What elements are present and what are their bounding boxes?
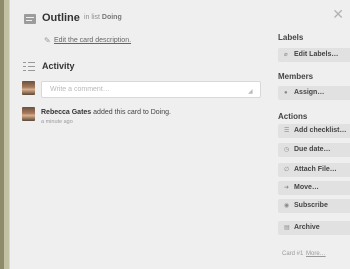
list-prefix: in list: [84, 14, 100, 21]
archive-label: Archive: [294, 224, 320, 231]
person-icon: ●: [284, 90, 288, 96]
assign-button[interactable]: ● Assign…: [278, 86, 350, 100]
add-checklist-button[interactable]: ☰ Add checklist…: [278, 124, 350, 138]
move-arrow-icon: ➜: [284, 185, 290, 191]
resize-handle-icon[interactable]: ◢: [248, 88, 253, 95]
assign-label: Assign…: [294, 89, 325, 96]
pencil-icon: ✎: [44, 36, 51, 45]
close-icon[interactable]: ✕: [332, 7, 344, 21]
activity-timestamp[interactable]: a minute ago: [41, 119, 73, 125]
board-edge: [0, 0, 4, 269]
card-detail-window: ✕ Outline in list Doing ✎ Edit the card …: [9, 0, 350, 269]
avatar: [22, 107, 35, 121]
list-name-link[interactable]: Doing: [102, 14, 122, 21]
more-link[interactable]: More…: [306, 251, 326, 257]
activity-list-icon: [23, 61, 35, 71]
subscribe-label: Subscribe: [294, 202, 328, 209]
actions-heading: Actions: [278, 112, 308, 121]
subscribe-button[interactable]: ◉ Subscribe: [278, 199, 350, 213]
due-date-label: Due date…: [294, 146, 331, 153]
attach-file-label: Attach File…: [294, 166, 337, 173]
paperclip-icon: ∅: [284, 167, 290, 173]
edit-description-link[interactable]: Edit the card description.: [54, 37, 131, 44]
due-date-button[interactable]: ◷ Due date…: [278, 143, 350, 157]
activity-heading: Activity: [42, 61, 75, 71]
activity-user-link[interactable]: Rebecca Gates: [41, 109, 91, 116]
attach-file-button[interactable]: ∅ Attach File…: [278, 163, 350, 177]
clock-icon: ◷: [284, 147, 290, 153]
move-label: Move…: [294, 184, 319, 191]
card-title[interactable]: Outline: [42, 12, 80, 24]
add-checklist-label: Add checklist…: [294, 127, 347, 134]
archive-box-icon: ▤: [284, 225, 290, 231]
move-button[interactable]: ➜ Move…: [278, 181, 350, 195]
eye-icon: ◉: [284, 203, 290, 209]
edit-labels-button[interactable]: ⌀ Edit Labels…: [278, 48, 350, 62]
card-title-icon: [24, 14, 36, 24]
archive-button[interactable]: ▤ Archive: [278, 221, 350, 235]
activity-action: added this card to Doing.: [93, 109, 171, 116]
tag-icon: ⌀: [284, 52, 288, 58]
card-number: Card #1: [282, 251, 304, 257]
list-reference: in list Doing: [84, 14, 122, 21]
avatar: [22, 81, 35, 95]
comment-input[interactable]: Write a comment…: [41, 81, 261, 98]
activity-entry: Rebecca Gates added this card to Doing.: [41, 109, 171, 116]
labels-heading: Labels: [278, 33, 304, 42]
edit-labels-label: Edit Labels…: [294, 51, 339, 58]
checklist-icon: ☰: [284, 128, 290, 134]
members-heading: Members: [278, 72, 314, 81]
